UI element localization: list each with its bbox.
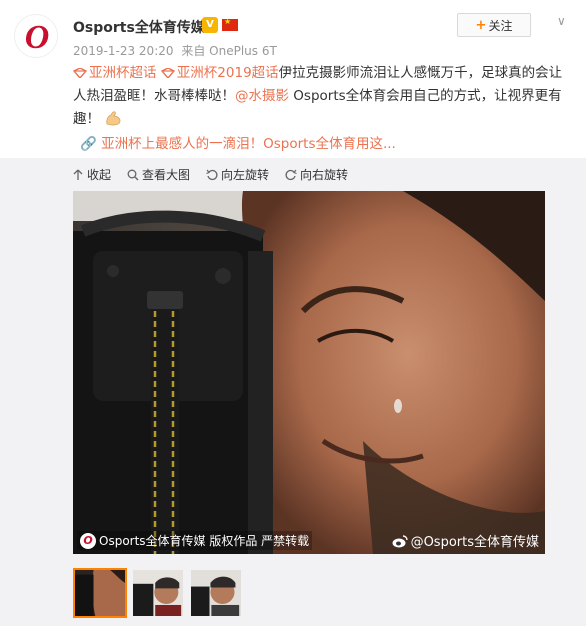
post-timestamp[interactable]: 2019-1-23 20:20 — [73, 44, 174, 58]
avatar[interactable]: O — [14, 14, 58, 58]
article-link-text[interactable]: 亚洲杯上最感人的一滴泪！Osports全体育用这... — [101, 136, 396, 152]
rotate-right-icon — [285, 169, 297, 180]
main-photo[interactable]: O Osports全体育传媒 版权作品 严禁转载 @Osports全体育传媒 — [73, 191, 545, 554]
author-name[interactable]: Osports全体育传媒 — [73, 17, 205, 37]
flexed-arm-emoji-icon — [106, 111, 121, 126]
supertopic-icon — [160, 68, 175, 78]
media-panel: 收起 查看大图 向左旋转 向右旋转 O Osports全体育传媒 版权作品 严禁… — [0, 158, 586, 626]
osports-logo-icon: O — [80, 532, 96, 549]
thumbnail-2[interactable] — [131, 568, 185, 618]
plus-icon: + — [475, 17, 487, 33]
post-text: 亚洲杯超话 亚洲杯2019超话伊拉克摄影师流泪让人感慨万千，足球真的会让人热泪盈… — [73, 62, 569, 131]
rotate-left-icon — [206, 169, 218, 180]
view-large-button[interactable]: 查看大图 — [127, 166, 190, 183]
supertopic-icon — [73, 68, 87, 78]
topic-link-asian-cup[interactable]: 亚洲杯超话 — [89, 65, 157, 81]
rotate-left-button[interactable]: 向左旋转 — [206, 166, 269, 183]
media-toolbar: 收起 查看大图 向左旋转 向右旋转 — [72, 166, 348, 183]
vip-badge-icon[interactable]: V — [202, 17, 218, 33]
arrow-up-icon — [73, 169, 83, 180]
svg-text:O: O — [25, 19, 50, 56]
chevron-down-icon[interactable]: ∨ — [557, 14, 566, 28]
rotate-left-label: 向左旋转 — [221, 168, 270, 182]
watermark-left-text: Osports全体育传媒 版权作品 严禁转载 — [99, 534, 310, 548]
post-device[interactable]: OnePlus 6T — [209, 44, 277, 58]
topic-link-asian-cup-2019[interactable]: 亚洲杯2019超话 — [177, 65, 279, 81]
follow-button[interactable]: + 关注 — [457, 13, 531, 37]
post-meta: 2019-1-23 20:20 来自 OnePlus 6T — [73, 42, 277, 59]
china-flag-icon — [222, 17, 238, 31]
collapse-label: 收起 — [87, 168, 112, 182]
follow-label: 关注 — [488, 18, 513, 33]
link-icon: 🔗 — [80, 136, 97, 152]
mention-link[interactable]: @水摄影 — [235, 88, 289, 104]
thumbnail-strip — [73, 568, 243, 618]
collapse-button[interactable]: 收起 — [72, 166, 111, 183]
article-link[interactable]: 🔗 亚洲杯上最感人的一滴泪！Osports全体育用这... — [80, 132, 396, 152]
weibo-logo-icon — [392, 534, 408, 547]
author-badges: V — [202, 17, 238, 33]
thumbnail-3[interactable] — [189, 568, 243, 618]
watermark-right: @Osports全体育传媒 — [392, 531, 539, 550]
post-from-prefix: 来自 — [181, 44, 206, 58]
rotate-right-label: 向右旋转 — [300, 168, 349, 182]
magnifier-icon — [127, 169, 139, 180]
view-large-label: 查看大图 — [142, 168, 191, 182]
watermark-right-text: @Osports全体育传媒 — [410, 535, 539, 550]
watermark-left: O Osports全体育传媒 版权作品 严禁转载 — [77, 531, 313, 550]
rotate-right-button[interactable]: 向右旋转 — [285, 166, 348, 183]
thumbnail-1[interactable] — [73, 568, 127, 618]
